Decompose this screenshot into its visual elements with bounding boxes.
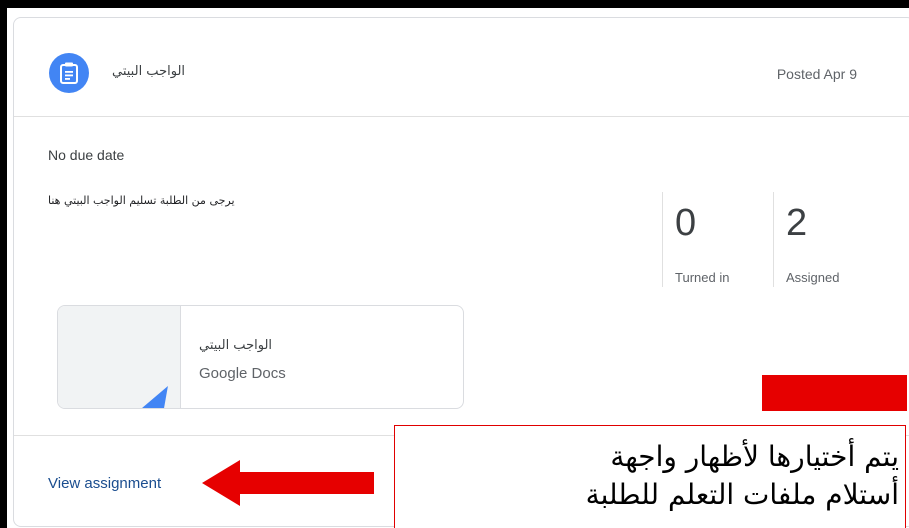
assignment-icon bbox=[49, 53, 89, 93]
assignment-header: الواجب البيتي Posted Apr 9 bbox=[14, 18, 909, 117]
screenshot-frame: الواجب البيتي Posted Apr 9 No due date ي… bbox=[7, 8, 909, 528]
assigned-stat[interactable]: 2 Assigned bbox=[773, 192, 864, 287]
view-assignment-link[interactable]: View assignment bbox=[48, 475, 161, 492]
attachment-title: الواجب البيتي bbox=[199, 338, 273, 353]
annotation-text: يتم أختيارها لأظهار واجهة أستلام ملفات ا… bbox=[399, 438, 899, 514]
left-arrow-icon bbox=[202, 460, 374, 506]
annotation-line-2: أستلام ملفات التعلم للطلبة bbox=[585, 478, 899, 511]
assignment-instructions: يرجى من الطلبة تسليم الواجب البيتي هنا bbox=[48, 194, 235, 207]
turned-in-count: 0 bbox=[675, 202, 697, 244]
clipboard-icon bbox=[60, 62, 78, 84]
due-date: No due date bbox=[48, 147, 125, 163]
turned-in-stat[interactable]: 0 Turned in bbox=[662, 192, 773, 287]
red-highlight-bar bbox=[762, 375, 907, 411]
attachment-type: Google Docs bbox=[199, 365, 286, 382]
posted-date: Posted Apr 9 bbox=[776, 66, 857, 82]
annotation-callout: يتم أختيارها لأظهار واجهة أستلام ملفات ا… bbox=[394, 425, 906, 528]
doc-corner-icon bbox=[142, 386, 168, 408]
assigned-label: Assigned bbox=[786, 270, 840, 285]
annotation-line-1: يتم أختيارها لأظهار واجهة bbox=[610, 440, 899, 473]
assigned-count: 2 bbox=[786, 202, 808, 244]
turned-in-label: Turned in bbox=[675, 270, 730, 285]
doc-thumbnail bbox=[58, 306, 181, 408]
attachment-card[interactable]: الواجب البيتي Google Docs bbox=[57, 305, 464, 409]
assignment-title: الواجب البيتي bbox=[112, 64, 186, 79]
